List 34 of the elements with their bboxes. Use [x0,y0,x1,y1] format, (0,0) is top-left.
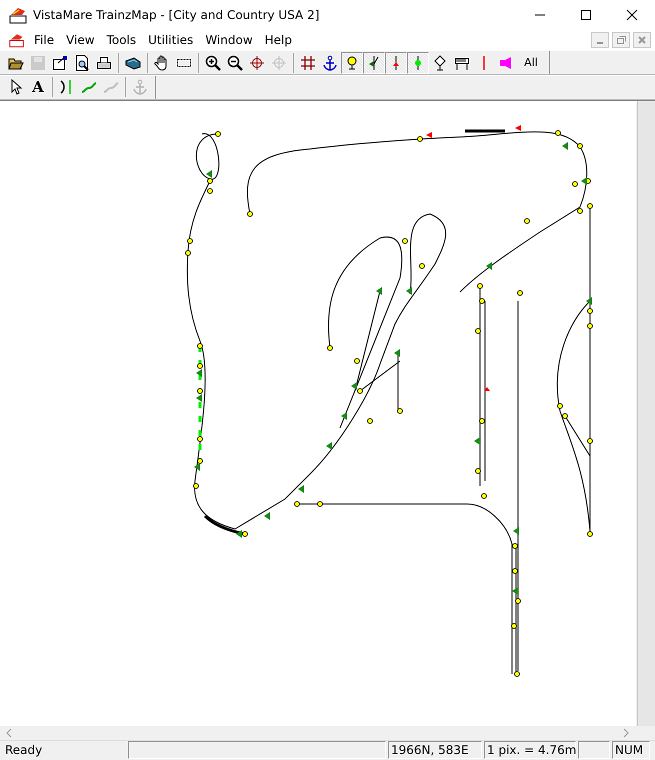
redmark-tool-button[interactable] [385,52,407,74]
page-magnifier-icon [74,54,90,71]
zoom-in-icon [205,54,221,71]
junction-tool-button[interactable] [363,52,385,74]
scale-readout: 1 pix. = 4.76m [484,741,576,760]
zoom-out-icon [227,54,243,71]
status-pane [578,741,610,760]
anchor-icon [132,79,148,96]
num-lock-indicator: NUM [612,741,650,760]
menu-item[interactable]: File [30,33,62,48]
window-icon [52,54,68,71]
coordinates-readout: 1966N, 583E [388,741,482,760]
menu-item[interactable]: Window [201,33,261,48]
minimize-icon[interactable] [591,32,609,48]
menu-item[interactable]: Tools [102,33,144,48]
menu-item[interactable]: View [62,33,103,48]
vertical-line-icon [483,54,485,71]
window-title: VistaMare TrainzMap - [City and Country USA 2] [33,8,320,22]
vertical-scrollbar[interactable] [637,100,655,726]
menu-item[interactable]: Help [260,33,300,48]
diamond-marker-icon [432,54,448,71]
anchor-icon [322,54,338,71]
status-message: Ready [4,742,44,760]
signal-tool-button[interactable] [341,52,363,74]
grid-icon [300,54,316,71]
all-button[interactable]: All [517,52,545,74]
text-tool-button[interactable]: A [27,76,49,98]
printer-icon [96,54,112,71]
menu-item[interactable]: Utilities [144,33,202,48]
horn-icon [498,54,514,71]
app-logo-icon [8,5,28,25]
restore-icon[interactable] [612,32,630,48]
crosshair-icon [249,54,265,71]
crosshair-icon [271,54,287,71]
